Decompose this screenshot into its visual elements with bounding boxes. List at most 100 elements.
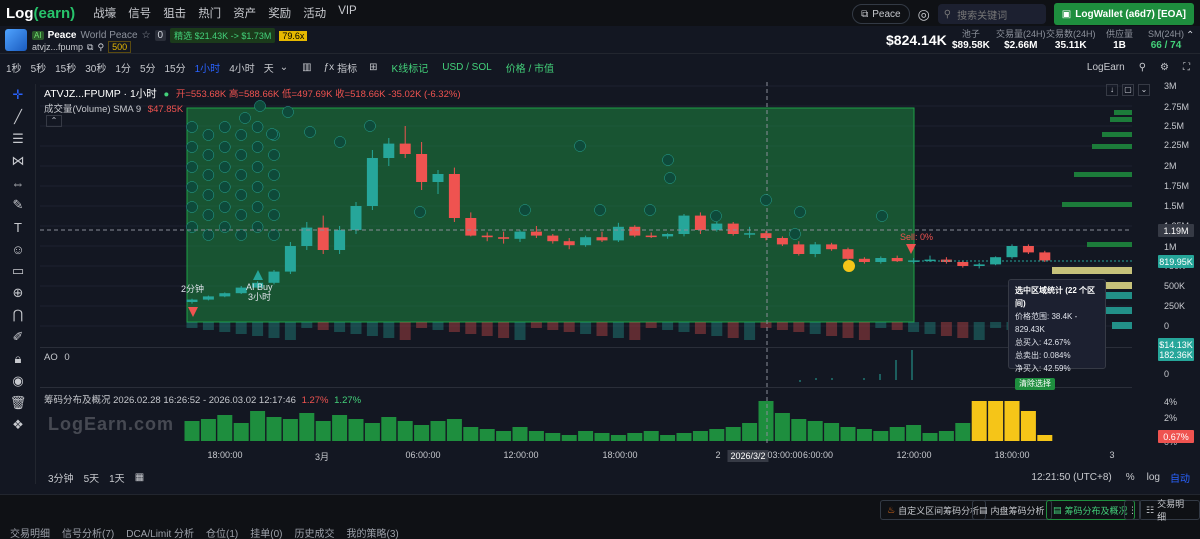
tf-5m[interactable]: 5分 — [140, 60, 156, 75]
range-5d[interactable]: 5天 — [84, 470, 100, 485]
emoji-icon[interactable]: ☺ — [0, 238, 36, 260]
auto-toggle[interactable]: 自动 — [1170, 470, 1190, 485]
pane-down-icon[interactable]: ↓ — [1106, 84, 1118, 96]
custom-chip-button[interactable]: ♨ 自定义区间筹码分析 — [880, 500, 987, 520]
inner-chip-button[interactable]: ▤ 内盘筹码分析 — [972, 500, 1052, 520]
ruler-icon[interactable]: ▭ — [0, 260, 36, 282]
token-address[interactable]: atvjz...fpump — [32, 42, 83, 52]
percent-toggle[interactable]: % — [1126, 472, 1135, 483]
tf-1h[interactable]: 1小时 — [195, 60, 221, 75]
fib-icon[interactable]: ☰ — [0, 128, 36, 150]
price-mcap-toggle[interactable]: 价格 / 市值 — [506, 60, 554, 75]
clear-selection-button[interactable]: 清除选择 — [1015, 378, 1055, 390]
price-chart[interactable]: AI Buy3小时 2分钟 Sell: 0% — [40, 82, 1132, 445]
crosshair-icon[interactable]: ✛ — [0, 84, 36, 106]
db-marker — [574, 140, 586, 152]
tab-dca[interactable]: DCA/Limit 分析 — [126, 525, 194, 539]
tf-15s[interactable]: 15秒 — [55, 60, 76, 75]
usd-sol-toggle[interactable]: USD / SOL — [442, 62, 491, 73]
tf-4h[interactable]: 4小时 — [229, 60, 255, 75]
layers-icon[interactable]: ❖ — [0, 414, 36, 436]
chip-dist-button[interactable]: ▤ 筹码分布及概况 — [1046, 500, 1135, 520]
volume-bar — [645, 322, 657, 328]
chip-bar — [545, 433, 561, 441]
nav-item-hot[interactable]: 热门 — [198, 5, 221, 21]
trade-detail-button[interactable]: ☷ 交易明细 — [1139, 499, 1200, 522]
trash-icon[interactable]: 🗑︎ — [0, 392, 36, 414]
db-marker — [251, 221, 264, 233]
tab-positions[interactable]: 仓位(1) — [206, 525, 238, 539]
indicator-button[interactable]: 指标 — [337, 60, 357, 75]
magnet-icon[interactable]: ⋂ — [0, 304, 36, 326]
volume-profile-bar — [1102, 132, 1132, 137]
chip-bar — [742, 423, 758, 441]
tab-strategies[interactable]: 我的策略(3) — [347, 525, 399, 539]
trendline-icon[interactable]: ╱ — [0, 106, 36, 128]
pattern-icon[interactable]: ⋈ — [0, 150, 36, 172]
lock-icon[interactable]: 🔒︎ — [0, 348, 36, 370]
volume-profile-bar — [1112, 322, 1132, 329]
candle-body — [416, 154, 428, 182]
time-axis[interactable]: 18:00:00 3月 06:00:00 12:00:00 18:00:00 2… — [40, 447, 1132, 463]
candle-type-icon[interactable]: ▥ — [302, 62, 311, 73]
search-address-icon[interactable]: ⚲ — [97, 42, 104, 53]
nav-item-trenches[interactable]: 战壕 — [93, 5, 116, 21]
projection-icon[interactable]: ⇔ — [0, 172, 36, 194]
candle-body — [662, 234, 674, 237]
range-3m[interactable]: 3分钟 — [48, 470, 74, 485]
zoom-in-icon[interactable]: ⊕ — [0, 282, 36, 304]
text-icon[interactable]: T — [0, 216, 36, 238]
wallet-button[interactable]: ▣ LogWallet (a6d7) [EOA] — [1053, 3, 1194, 25]
chip-bar — [250, 411, 266, 441]
tab-trades[interactable]: 交易明细 — [10, 525, 50, 539]
nav-item-events[interactable]: 活动 — [303, 5, 326, 21]
tf-5s[interactable]: 5秒 — [31, 60, 47, 75]
copy-address-icon[interactable]: ⧉ — [87, 42, 93, 53]
nav-item-rewards[interactable]: 奖励 — [268, 5, 291, 21]
tab-history[interactable]: 历史成交 — [295, 525, 335, 539]
layout-icon[interactable]: ⊞ — [369, 62, 377, 73]
nav-item-signals[interactable]: 信号 — [128, 5, 151, 21]
draw-mode-icon[interactable]: ✐ — [0, 326, 36, 348]
axis-label: 1.5M — [1164, 201, 1185, 211]
chart-pane[interactable]: AI Buy 3小时 2分钟 Sell: 0% — [40, 82, 1132, 445]
expand-icon[interactable]: ⌃ — [1186, 30, 1194, 41]
featured-badge[interactable]: 精选 $21.43K -> $1.73M — [170, 28, 276, 43]
calendar-icon[interactable]: ▦ — [135, 472, 144, 483]
star-icon[interactable]: ☆ — [142, 30, 151, 41]
tf-1s[interactable]: 1秒 — [6, 60, 22, 75]
tf-30s[interactable]: 30秒 — [85, 60, 106, 75]
source-label[interactable]: LogEarn — [1087, 62, 1125, 73]
search-input[interactable]: ⚲ 搜索关键词 — [937, 4, 1046, 24]
symbol-name: ATVJZ...FPUMP · 1小时 — [44, 88, 157, 100]
candle-body — [596, 237, 608, 241]
tf-1d[interactable]: 天 — [264, 60, 274, 75]
fullscreen-icon[interactable]: ⛶ — [1183, 62, 1190, 73]
user-pill[interactable]: ⧉ Peace — [852, 4, 910, 24]
eye-icon[interactable]: ◉ — [0, 370, 36, 392]
app-logo[interactable]: Log(earn) — [6, 5, 75, 22]
tf-1m[interactable]: 1分 — [115, 60, 131, 75]
volume-bar — [858, 322, 870, 340]
globe-icon[interactable]: ◎ — [918, 6, 930, 23]
kline-marks-toggle[interactable]: K线标记 — [392, 60, 429, 75]
nav-item-assets[interactable]: 资产 — [233, 5, 256, 21]
nav-item-vip[interactable]: VIP — [338, 5, 357, 21]
log-toggle[interactable]: log — [1147, 472, 1160, 483]
tf-15m[interactable]: 15分 — [165, 60, 186, 75]
indicator-icon[interactable]: ƒx — [324, 62, 335, 73]
brush-icon[interactable]: ✎ — [0, 194, 36, 216]
chevron-down-icon[interactable]: ⌄ — [280, 62, 288, 73]
clock-time[interactable]: 12:21:50 (UTC+8) — [1031, 472, 1111, 483]
nav-item-sniper[interactable]: 狙击 — [163, 5, 186, 21]
zoom-icon[interactable]: ⚲ — [1139, 62, 1146, 73]
tab-signals[interactable]: 信号分析(7) — [62, 525, 114, 539]
chip-bar — [692, 431, 708, 441]
settings-icon[interactable]: ⚙ — [1160, 62, 1169, 73]
volume-bar — [186, 322, 198, 328]
tab-orders[interactable]: 挂单(0) — [250, 525, 282, 539]
collapse-legend-icon[interactable]: ⌃ — [46, 115, 62, 127]
symbol-legend: ATVJZ...FPUMP · 1小时 ● 开=553.68K 高=588.66… — [44, 86, 461, 101]
candle-body — [350, 206, 362, 230]
range-1d[interactable]: 1天 — [109, 470, 125, 485]
